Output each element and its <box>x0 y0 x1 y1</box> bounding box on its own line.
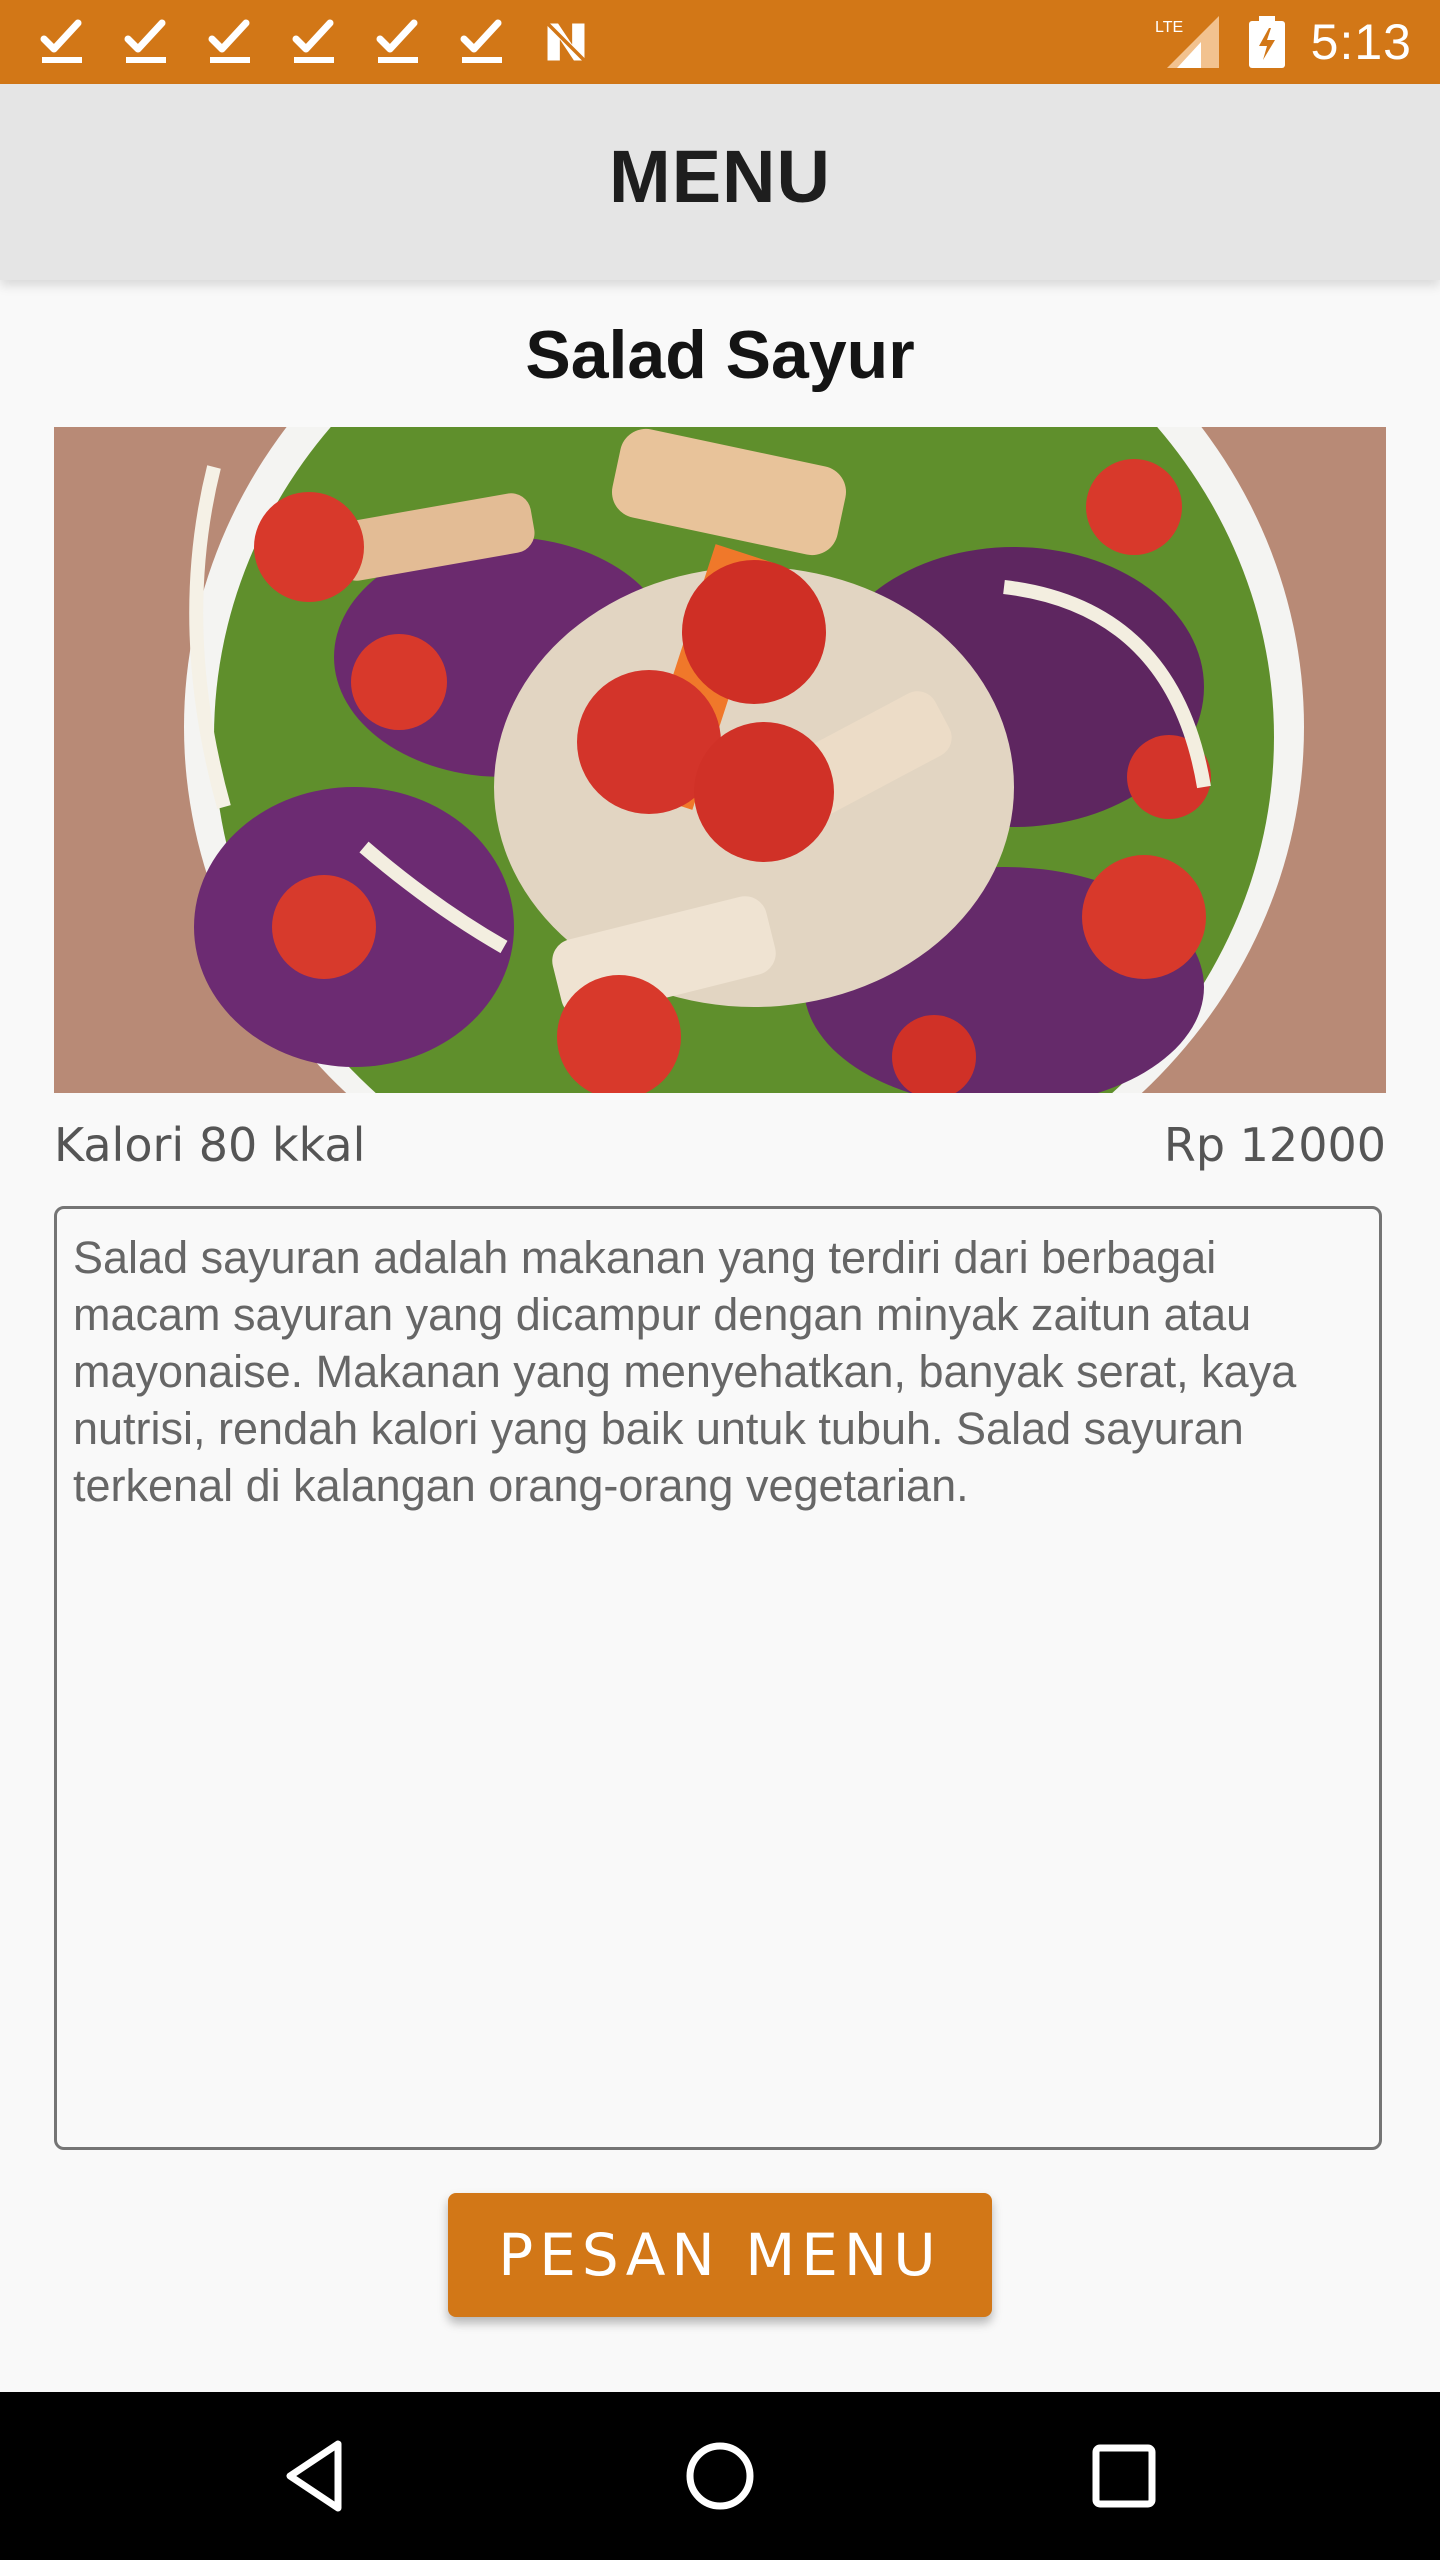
lte-label: LTE <box>1155 19 1183 36</box>
check-download-icon <box>376 19 418 63</box>
clock: 5:13 <box>1310 14 1412 70</box>
check-download-icon <box>124 19 166 63</box>
menu-item-name: Salad Sayur <box>525 317 915 393</box>
notification-icons <box>40 14 628 70</box>
check-download-icon <box>40 19 82 63</box>
check-download-icon <box>208 19 250 63</box>
page-title: MENU <box>609 134 831 218</box>
calorie-label: Kalori 80 kkal <box>54 1118 366 1172</box>
description-field[interactable]: Salad sayuran adalah makanan yang terdir… <box>54 1206 1382 2150</box>
check-download-icon <box>292 19 334 63</box>
navigation-bar <box>0 2392 1440 2560</box>
back-icon[interactable] <box>268 2428 364 2524</box>
check-download-icon <box>460 19 502 63</box>
recents-icon[interactable] <box>1076 2428 1172 2524</box>
lte-signal-icon: LTE <box>1155 16 1219 68</box>
status-bar: LTE 5:13 <box>0 0 1440 84</box>
order-menu-button[interactable]: PESAN MENU <box>448 2193 992 2317</box>
app-bar: MENU <box>0 84 1440 280</box>
price-label: Rp 12000 <box>1163 1118 1386 1172</box>
home-icon[interactable] <box>672 2428 768 2524</box>
salad-photo <box>54 427 1386 1093</box>
battery-charging-icon <box>1248 16 1285 68</box>
status-right: LTE 5:13 <box>1155 0 1412 84</box>
n-logo-icon <box>546 22 586 62</box>
menu-info-row: Kalori 80 kkal Rp 12000 <box>54 1118 1386 1178</box>
